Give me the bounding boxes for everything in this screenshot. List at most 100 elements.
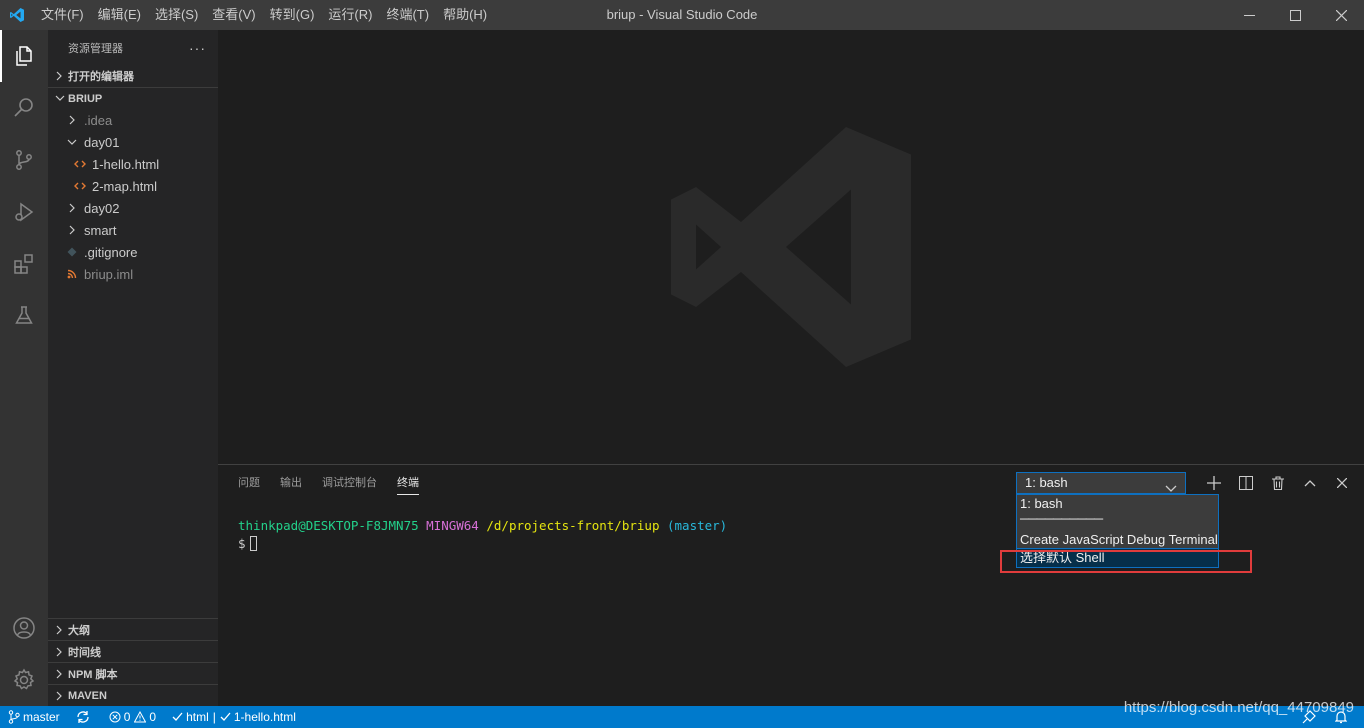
- chevron-right-icon: [64, 202, 80, 214]
- npm-scripts-section[interactable]: NPM 脚本: [48, 662, 218, 684]
- minimize-icon[interactable]: [1226, 0, 1272, 30]
- tree-item-label: day02: [84, 200, 120, 216]
- tab-output[interactable]: 输出: [280, 465, 302, 501]
- panel-actions: [1198, 472, 1358, 494]
- tree-item-day02[interactable]: day02: [48, 197, 218, 219]
- workspace-section[interactable]: BRIUP: [48, 87, 218, 109]
- chevron-down-icon: [52, 88, 68, 110]
- tree-item-1-hello-html[interactable]: 1-hello.html: [48, 153, 218, 175]
- open-editors-section[interactable]: 打开的编辑器: [48, 65, 218, 87]
- search-icon[interactable]: [0, 82, 48, 134]
- status-branch[interactable]: master: [0, 706, 68, 728]
- check-html-label: html: [186, 710, 209, 724]
- sync-icon: [77, 711, 89, 723]
- explorer-files-icon[interactable]: [0, 30, 48, 82]
- timeline-section[interactable]: 时间线: [48, 640, 218, 662]
- vscode-logo-icon: [0, 0, 34, 30]
- menu-run[interactable]: 运行(R): [321, 0, 379, 30]
- menu-selection[interactable]: 选择(S): [148, 0, 205, 30]
- status-sync[interactable]: [68, 706, 101, 728]
- terminal-prompt-line: thinkpad@DESKTOP-F8JMN75 MINGW64 /d/proj…: [238, 517, 727, 535]
- warning-icon: [134, 711, 147, 723]
- tab-terminal[interactable]: 终端: [397, 465, 419, 501]
- branch-icon: [8, 710, 20, 724]
- check-icon: [172, 712, 183, 721]
- activity-bar: [0, 30, 48, 706]
- tree-item-smart[interactable]: smart: [48, 219, 218, 241]
- extensions-icon[interactable]: [0, 238, 48, 290]
- tree-item-label: 2-map.html: [92, 178, 158, 194]
- red-highlight-annotation: [1000, 550, 1252, 573]
- settings-gear-icon[interactable]: [0, 654, 48, 706]
- branch-name: master: [23, 710, 60, 724]
- dropdown-option-js-debug-terminal[interactable]: Create JavaScript Debug Terminal: [1017, 531, 1218, 549]
- tree-item-label: .gitignore: [84, 244, 138, 260]
- chevron-right-icon: [52, 685, 68, 707]
- terminal-user: thinkpad@DESKTOP-F8JMN75: [238, 518, 419, 533]
- explorer-sidebar: 资源管理器 ··· 打开的编辑器 BRIUP .idea day01 1-hel…: [48, 30, 218, 706]
- close-panel-icon[interactable]: [1326, 472, 1358, 494]
- tree-item-day01[interactable]: day01: [48, 131, 218, 153]
- html-file-icon: [72, 181, 88, 191]
- tab-problems[interactable]: 问题: [238, 465, 260, 501]
- tab-debug-console[interactable]: 调试控制台: [322, 465, 377, 501]
- tree-item-label: briup.iml: [84, 266, 134, 282]
- outline-section[interactable]: 大纲: [48, 618, 218, 640]
- chevron-right-icon: [52, 641, 68, 663]
- chevron-up-icon[interactable]: [1294, 472, 1326, 494]
- section-label: NPM 脚本: [68, 668, 118, 681]
- menu-help[interactable]: 帮助(H): [436, 0, 494, 30]
- check-icon: [220, 712, 231, 721]
- close-window-icon[interactable]: [1318, 0, 1364, 30]
- account-icon[interactable]: [0, 602, 48, 654]
- terminal-branch: (master): [667, 518, 728, 533]
- chevron-right-icon: [52, 619, 68, 641]
- tree-item-gitignore[interactable]: .gitignore: [48, 241, 218, 263]
- source-control-icon[interactable]: [0, 134, 48, 186]
- chevron-right-icon: [64, 224, 80, 236]
- split-terminal-icon[interactable]: [1230, 472, 1262, 494]
- testing-flask-icon[interactable]: [0, 290, 48, 342]
- trash-icon[interactable]: [1262, 472, 1294, 494]
- sidebar-bottom-sections: 大纲 时间线 NPM 脚本 MAVEN: [48, 618, 218, 706]
- check-file-label: 1-hello.html: [233, 710, 296, 724]
- menu-edit[interactable]: 编辑(E): [91, 0, 148, 30]
- terminal-input-line: $: [238, 535, 727, 553]
- run-debug-icon[interactable]: [0, 186, 48, 238]
- section-label: MAVEN: [68, 689, 107, 702]
- html-file-icon: [72, 159, 88, 169]
- bottom-panel: 问题 输出 调试控制台 终端 1: bash thinkpad@DESKTOP-…: [218, 464, 1364, 706]
- section-label: 时间线: [68, 646, 101, 659]
- menu-terminal[interactable]: 终端(T): [379, 0, 436, 30]
- tree-item-label: 1-hello.html: [92, 156, 160, 172]
- menu-file[interactable]: 文件(F): [34, 0, 91, 30]
- new-terminal-plus-icon[interactable]: [1198, 472, 1230, 494]
- git-file-icon: [64, 247, 80, 257]
- terminal-prompt-symbol: $: [238, 536, 246, 551]
- tree-item-idea[interactable]: .idea: [48, 109, 218, 131]
- tree-item-label: .idea: [84, 112, 113, 128]
- menu-go[interactable]: 转到(G): [263, 0, 322, 30]
- terminal-select[interactable]: 1: bash: [1016, 472, 1186, 494]
- terminal-output[interactable]: thinkpad@DESKTOP-F8JMN75 MINGW64 /d/proj…: [238, 517, 727, 553]
- status-separator: |: [212, 710, 216, 724]
- terminal-cursor: [249, 536, 257, 551]
- tree-item-2-map-html[interactable]: 2-map.html: [48, 175, 218, 197]
- explorer-title: 资源管理器: [68, 42, 123, 55]
- status-problems[interactable]: 0 0: [101, 706, 164, 728]
- chevron-right-icon: [52, 65, 68, 87]
- vscode-watermark-logo-icon: [666, 122, 916, 375]
- section-label: 大纲: [68, 624, 90, 637]
- terminal-select-value: 1: bash: [1025, 475, 1068, 490]
- maximize-icon[interactable]: [1272, 0, 1318, 30]
- more-actions-icon[interactable]: ···: [189, 40, 206, 56]
- tree-item-briup-iml[interactable]: briup.iml: [48, 263, 218, 285]
- menu-view[interactable]: 查看(V): [205, 0, 262, 30]
- menu-bar: 文件(F) 编辑(E) 选择(S) 查看(V) 转到(G) 运行(R) 终端(T…: [34, 0, 494, 30]
- terminal-env: MINGW64: [426, 518, 479, 533]
- tree-item-label: smart: [84, 222, 117, 238]
- error-count: 0: [123, 710, 131, 724]
- open-editors-label: 打开的编辑器: [68, 71, 134, 83]
- maven-section[interactable]: MAVEN: [48, 684, 218, 706]
- status-html-check[interactable]: html | 1-hello.html: [164, 706, 304, 728]
